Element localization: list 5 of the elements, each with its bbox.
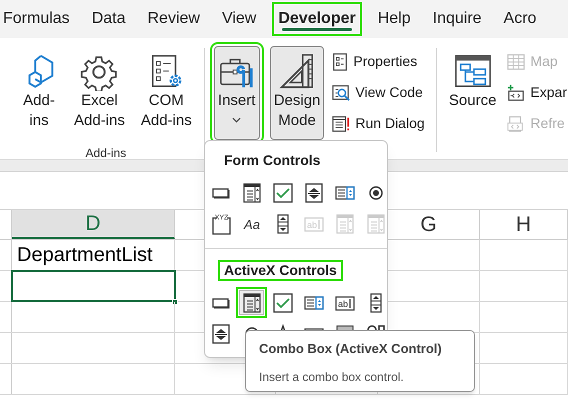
tooltip-description: Insert a combo box control. (259, 368, 405, 386)
section-heading: Form Controls (223, 151, 322, 170)
tooltip-title: Combo Box (ActiveX Control) (259, 340, 443, 358)
group-label: Add-ins (84, 145, 128, 159)
section-heading: ActiveX Controls (218, 260, 343, 281)
